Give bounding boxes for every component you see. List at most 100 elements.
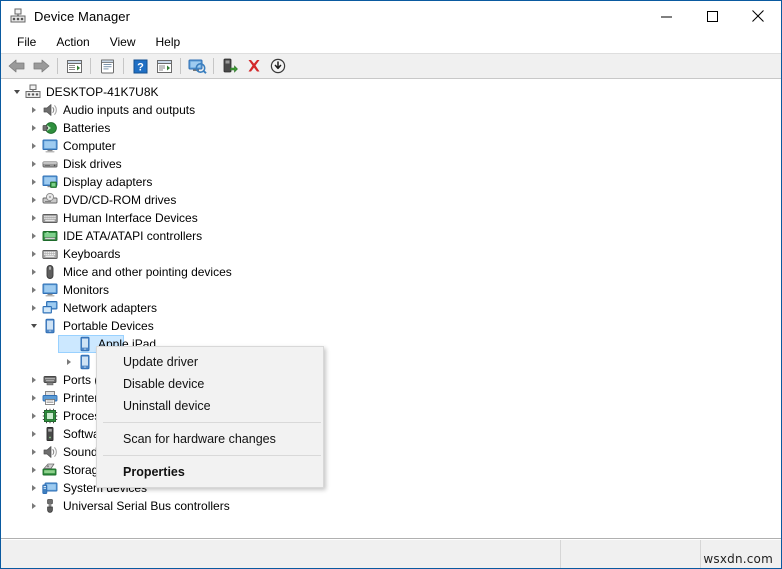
help-button[interactable]: ? (128, 55, 152, 77)
back-icon (8, 59, 25, 73)
chevron-right-icon[interactable] (26, 227, 42, 245)
tree-item-label: Network adapters (63, 301, 158, 315)
show-hidden-devices-button[interactable] (62, 55, 86, 77)
chevron-right-icon[interactable] (61, 353, 77, 371)
toolbar-separator (180, 58, 181, 74)
close-button[interactable] (735, 1, 781, 31)
back-button[interactable] (5, 55, 29, 77)
tree-item[interactable]: Portable Devices (1, 317, 781, 335)
toolbar: ? (1, 53, 781, 79)
uninstall-device-button[interactable] (242, 55, 266, 77)
properties-button[interactable] (95, 55, 119, 77)
menu-file[interactable]: File (7, 33, 46, 51)
tree-item[interactable]: Audio inputs and outputs (1, 101, 781, 119)
portable-device-icon (77, 336, 93, 352)
maximize-icon (706, 10, 718, 22)
chevron-right-icon[interactable] (26, 425, 42, 443)
monitor-icon (42, 282, 58, 298)
chevron-right-icon[interactable] (26, 263, 42, 281)
chevron-right-icon[interactable] (26, 209, 42, 227)
tree-item[interactable]: Disk drives (1, 155, 781, 173)
tree-item-label: IDE ATA/ATAPI controllers (63, 229, 203, 243)
tree-item[interactable]: Universal Serial Bus controllers (1, 497, 781, 515)
context-menu-item-uninstall-device[interactable]: Uninstall device (97, 395, 323, 417)
tree-item[interactable]: Display adapters (1, 173, 781, 191)
tree-item[interactable]: Mice and other pointing devices (1, 263, 781, 281)
chevron-right-icon[interactable] (26, 497, 42, 515)
printer-icon (42, 390, 58, 406)
show-hidden-devices-icon (66, 59, 82, 73)
minimize-button[interactable] (643, 1, 689, 31)
chevron-right-icon[interactable] (26, 407, 42, 425)
device-manager-icon (10, 8, 26, 24)
speaker-icon (42, 444, 58, 460)
chevron-right-icon[interactable] (26, 461, 42, 479)
minimize-icon (660, 16, 672, 17)
chevron-right-icon[interactable] (26, 281, 42, 299)
chevron-right-icon[interactable] (26, 299, 42, 317)
hid-icon (42, 210, 58, 226)
tree-item[interactable]: Computer (1, 137, 781, 155)
toolbar-separator (57, 58, 58, 74)
tree-item-label: DESKTOP-41K7U8K (46, 85, 159, 99)
chevron-right-icon[interactable] (26, 479, 42, 497)
tree-item-label: Batteries (63, 121, 111, 135)
chevron-down-icon[interactable] (9, 83, 25, 101)
tree-item-label: Mice and other pointing devices (63, 265, 232, 279)
context-menu-item-properties[interactable]: Properties (97, 461, 323, 483)
tree-item-label: Disk drives (63, 157, 122, 171)
toolbar-separator (213, 58, 214, 74)
usb-icon (42, 498, 58, 514)
battery-icon (42, 120, 58, 136)
disable-device-button[interactable] (266, 55, 290, 77)
tree-item[interactable]: IDE ATA/ATAPI controllers (1, 227, 781, 245)
scan-hardware-changes-button[interactable] (185, 55, 209, 77)
context-menu-item-disable-device[interactable]: Disable device (97, 373, 323, 395)
tree-item[interactable]: Human Interface Devices (1, 209, 781, 227)
watermark: wsxdn.com (703, 552, 773, 566)
chevron-right-icon[interactable] (26, 137, 42, 155)
speaker-icon (42, 102, 58, 118)
tree-item[interactable]: DVD/CD-ROM drives (1, 191, 781, 209)
uninstall-device-icon (248, 60, 260, 72)
keyboard-icon (42, 246, 58, 262)
tree-item-label: Display adapters (63, 175, 153, 189)
chevron-right-icon[interactable] (26, 119, 42, 137)
scan-hardware-changes-icon (188, 59, 207, 74)
portable-device-icon (42, 318, 58, 334)
menu-view[interactable]: View (100, 33, 146, 51)
menu-action[interactable]: Action (46, 33, 99, 51)
chevron-right-icon[interactable] (26, 191, 42, 209)
tree-item[interactable]: Batteries (1, 119, 781, 137)
chevron-right-icon[interactable] (26, 101, 42, 119)
tree-root-item[interactable]: DESKTOP-41K7U8K (1, 83, 781, 101)
chevron-down-icon[interactable] (26, 317, 42, 335)
context-menu-item-update-driver[interactable]: Update driver (97, 351, 323, 373)
forward-button[interactable] (29, 55, 53, 77)
maximize-button[interactable] (689, 1, 735, 31)
tree-item[interactable]: Network adapters (1, 299, 781, 317)
status-bar: wsxdn.com (1, 539, 781, 568)
chevron-right-icon[interactable] (26, 155, 42, 173)
enable-device-button[interactable] (218, 55, 242, 77)
chevron-right-icon[interactable] (26, 443, 42, 461)
context-menu-item-scan-for-hardware-changes[interactable]: Scan for hardware changes (97, 428, 323, 450)
port-icon (42, 372, 58, 388)
chevron-right-icon[interactable] (26, 173, 42, 191)
menu-help[interactable]: Help (146, 33, 191, 51)
context-menu[interactable]: Update driver Disable device Uninstall dev… (96, 346, 324, 488)
ide-controller-icon (42, 228, 58, 244)
tree-item[interactable]: Keyboards (1, 245, 781, 263)
properties-icon (100, 59, 114, 73)
enable-device-icon (223, 58, 238, 73)
chevron-right-icon[interactable] (26, 371, 42, 389)
update-driver-button[interactable] (152, 55, 176, 77)
dvd-drive-icon (42, 192, 58, 208)
system-device-icon (42, 480, 58, 496)
tree-item[interactable]: Monitors (1, 281, 781, 299)
chevron-right-icon[interactable] (26, 245, 42, 263)
chevron-right-icon[interactable] (26, 389, 42, 407)
processor-icon (42, 408, 58, 424)
forward-icon (33, 59, 50, 73)
tree-item-label: Universal Serial Bus controllers (63, 499, 230, 513)
